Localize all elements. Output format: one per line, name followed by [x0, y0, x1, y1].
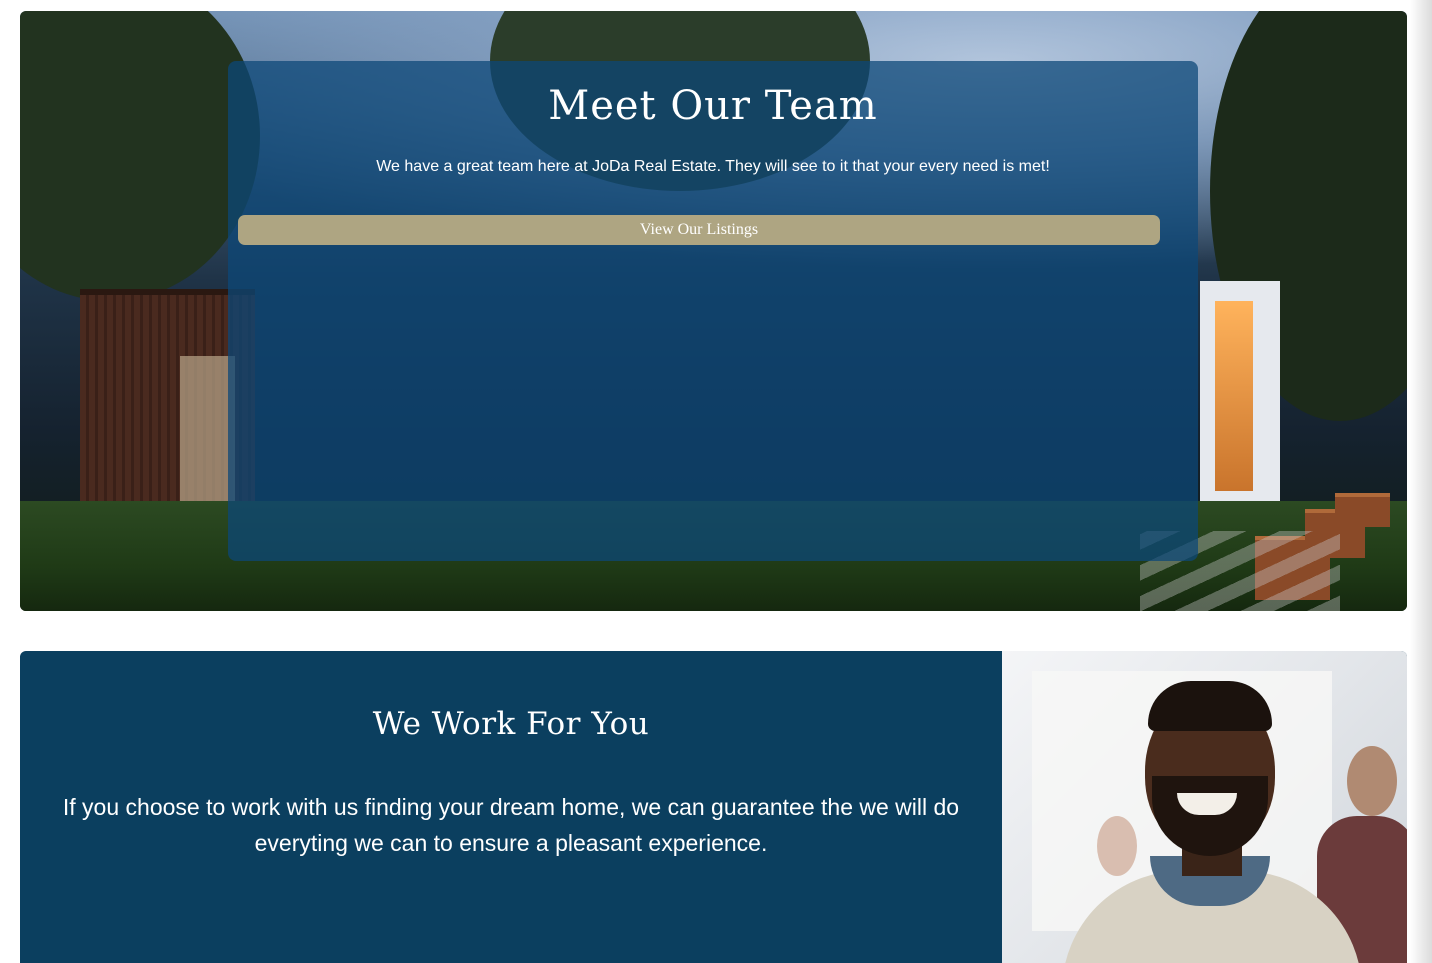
hero-title: Meet Our Team: [548, 83, 878, 129]
team-member-photo: [1002, 651, 1407, 963]
hero-section: Meet Our Team We have a great team here …: [20, 11, 1407, 611]
work-description: If you choose to work with us finding yo…: [62, 794, 960, 856]
hero-overlay-panel: Meet Our Team We have a great team here …: [228, 61, 1198, 561]
work-title: We Work For You: [372, 706, 650, 742]
work-section: We Work For You If you choose to work wi…: [20, 651, 1407, 963]
house-annex-window: [180, 356, 235, 506]
photo-background-person: [1097, 816, 1137, 876]
hero-subtitle: We have a great team here at JoDa Real E…: [376, 158, 1050, 175]
photo-background-person-head: [1347, 746, 1397, 816]
photo-hair: [1148, 681, 1272, 731]
page: Meet Our Team We have a great team here …: [0, 0, 1432, 963]
page-edge-shadow: [1410, 0, 1432, 963]
house-lit-window: [1215, 301, 1253, 491]
planter: [1335, 493, 1390, 527]
view-listings-button[interactable]: View Our Listings: [238, 215, 1160, 245]
